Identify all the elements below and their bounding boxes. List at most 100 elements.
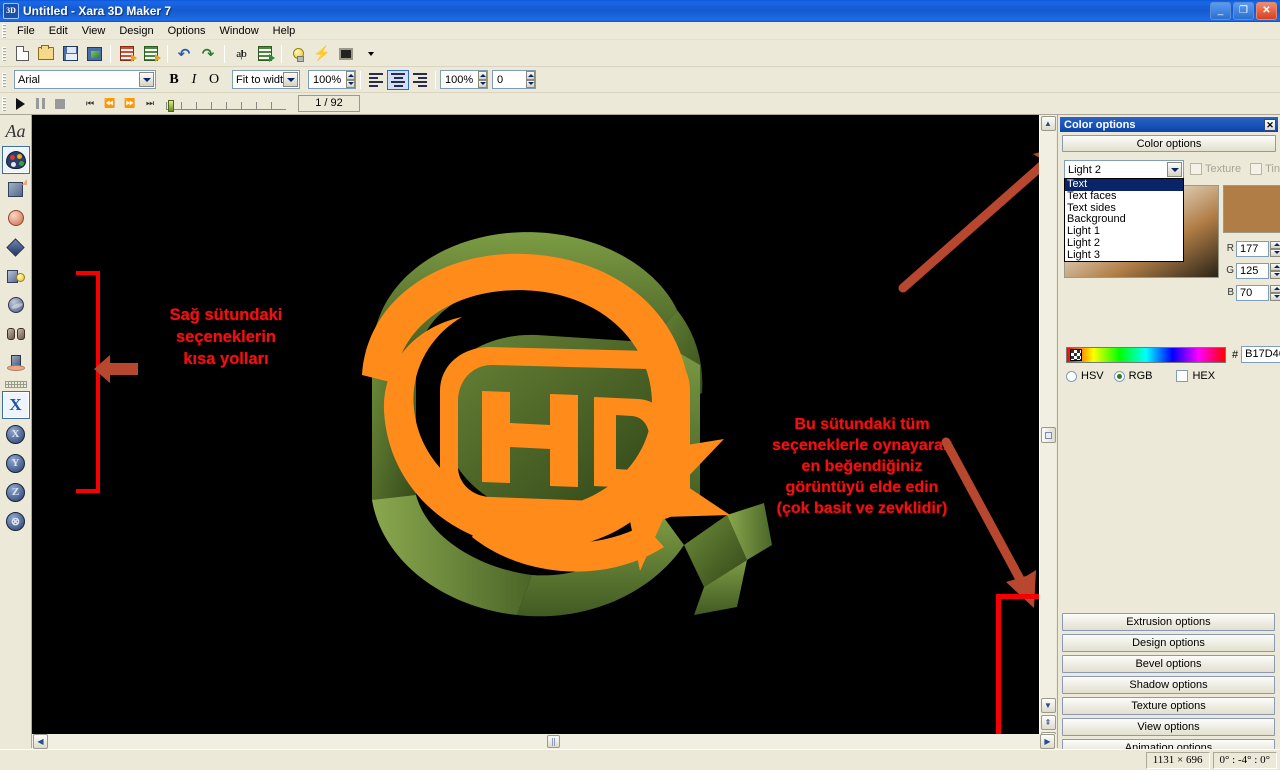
background-icon[interactable]: [335, 43, 357, 65]
color-target-combo[interactable]: Light 2: [1064, 160, 1184, 179]
red-spinner[interactable]: [1270, 240, 1280, 257]
hex-input[interactable]: B17D46: [1241, 346, 1280, 363]
scroll-down-button[interactable]: ▼: [1040, 698, 1056, 713]
background-dropdown-icon[interactable]: [359, 43, 381, 65]
scroll-left-button[interactable]: ◀: [33, 734, 48, 749]
export-animation-icon[interactable]: [140, 43, 162, 65]
menu-file[interactable]: File: [10, 23, 42, 39]
view-options-button[interactable]: View options: [1062, 718, 1275, 736]
menu-view[interactable]: View: [75, 23, 113, 39]
menu-design[interactable]: Design: [112, 23, 160, 39]
align-right-button[interactable]: [409, 70, 431, 90]
light-options-tool[interactable]: [2, 262, 30, 290]
italic-button[interactable]: I: [184, 70, 204, 90]
save-file-icon[interactable]: [59, 43, 81, 65]
menu-gripper[interactable]: [2, 23, 6, 38]
rotate-y-tool[interactable]: Y: [2, 449, 30, 477]
play-button[interactable]: [10, 95, 30, 113]
spectrum-cursor[interactable]: [1070, 349, 1082, 361]
restore-button[interactable]: ❐: [1233, 2, 1254, 20]
undo-icon[interactable]: ↶: [173, 43, 195, 65]
timeline-slider[interactable]: [166, 98, 286, 112]
export-image-icon[interactable]: [83, 43, 105, 65]
dropdown-option-light-3[interactable]: Light 3: [1065, 249, 1183, 261]
font-name-combo[interactable]: Arial: [14, 70, 156, 89]
dropdown-option-text-faces[interactable]: Text faces: [1065, 190, 1183, 203]
close-icon[interactable]: ✕: [1264, 118, 1276, 131]
import-animation-icon[interactable]: [116, 43, 138, 65]
green-input[interactable]: 125: [1236, 262, 1269, 279]
horizontal-scroll-track[interactable]: [49, 734, 1039, 749]
tint-checkbox[interactable]: [1250, 163, 1263, 175]
redo-icon[interactable]: ↷: [197, 43, 219, 65]
animation-toolbar-gripper[interactable]: [2, 96, 6, 111]
hsv-radio[interactable]: [1066, 370, 1077, 382]
design-canvas[interactable]: Sağ sütundaki seçeneklerin kısa yolları …: [32, 115, 1056, 748]
blue-input[interactable]: 70: [1236, 284, 1269, 301]
timeline-thumb[interactable]: [168, 99, 174, 112]
red-input[interactable]: 177: [1236, 240, 1269, 257]
vertical-scroll-track[interactable]: [1040, 132, 1056, 697]
green-spinner[interactable]: [1270, 262, 1280, 279]
rotate-z-tool[interactable]: Z: [2, 478, 30, 506]
scroll-up-button[interactable]: ▲: [1040, 116, 1056, 131]
rotate-x-tool[interactable]: X: [2, 420, 30, 448]
color-options-header-button[interactable]: Color options: [1062, 135, 1276, 152]
stop-button[interactable]: [50, 95, 70, 113]
xara-logo-tool[interactable]: X: [1, 391, 30, 419]
menu-edit[interactable]: Edit: [42, 23, 75, 39]
vertical-scroll-thumb[interactable]: [1040, 427, 1056, 443]
canvas-horizontal-scrollbar[interactable]: ◀ ▶: [32, 734, 1056, 749]
hex-checkbox[interactable]: [1176, 370, 1189, 382]
text-options-icon[interactable]: a|b: [230, 43, 252, 65]
menu-help[interactable]: Help: [266, 23, 303, 39]
effects-icon[interactable]: ⚡: [311, 43, 333, 65]
color-spectrum-bar[interactable]: [1066, 347, 1226, 363]
view-options-tool[interactable]: [2, 320, 30, 348]
align-left-button[interactable]: [365, 70, 387, 90]
animation-preview-icon[interactable]: [254, 43, 276, 65]
next-frame-button[interactable]: ⏩: [120, 95, 140, 113]
blue-spinner[interactable]: [1270, 284, 1280, 301]
pause-button[interactable]: [30, 95, 50, 113]
extrusion-options-tool[interactable]: [2, 175, 30, 203]
format-toolbar-gripper[interactable]: [2, 72, 6, 87]
outline-button[interactable]: O: [204, 70, 224, 90]
spinner-buttons[interactable]: [342, 71, 355, 88]
lighting-icon[interactable]: [287, 43, 309, 65]
scroll-right-button[interactable]: ▶: [1040, 734, 1055, 749]
rotate-free-tool[interactable]: ⊗: [2, 507, 30, 535]
bold-button[interactable]: B: [164, 70, 184, 90]
texture-options-button[interactable]: Texture options: [1062, 697, 1275, 715]
chevron-down-icon[interactable]: [139, 72, 154, 87]
fit-mode-combo[interactable]: Fit to width: [232, 70, 300, 89]
texture-options-tool[interactable]: [2, 291, 30, 319]
rgb-radio[interactable]: [1113, 370, 1125, 382]
shadow-options-button[interactable]: Shadow options: [1062, 676, 1275, 694]
animation-options-tool[interactable]: [2, 349, 30, 377]
scale-spinner[interactable]: 100%: [440, 70, 488, 89]
page-up-button[interactable]: ⇞: [1040, 715, 1056, 730]
texture-checkbox[interactable]: [1190, 163, 1202, 175]
bevel-options-tool[interactable]: [2, 204, 30, 232]
chevron-down-icon[interactable]: [1167, 162, 1182, 177]
chevron-down-icon[interactable]: [283, 72, 298, 87]
first-frame-button[interactable]: ⏮: [80, 95, 100, 113]
previous-frame-button[interactable]: ⏪: [100, 95, 120, 113]
align-center-button[interactable]: [387, 69, 409, 90]
menu-options[interactable]: Options: [161, 23, 213, 39]
menu-window[interactable]: Window: [213, 23, 266, 39]
last-frame-button[interactable]: ⏭: [140, 95, 160, 113]
design-options-button[interactable]: Design options: [1062, 634, 1275, 652]
new-document-icon[interactable]: [11, 43, 33, 65]
canvas-vertical-scrollbar[interactable]: ▲ ▼ ⇞ ⇟: [1039, 115, 1056, 748]
font-size-spinner[interactable]: 100%: [308, 70, 356, 89]
extrusion-options-button[interactable]: Extrusion options: [1062, 613, 1275, 631]
close-button[interactable]: ✕: [1256, 2, 1277, 20]
text-tool[interactable]: Aa: [2, 117, 30, 145]
spinner-buttons[interactable]: [474, 71, 487, 88]
color-options-tool[interactable]: [1, 146, 30, 174]
toolbar-gripper[interactable]: [2, 46, 6, 61]
shadow-options-tool[interactable]: [2, 233, 30, 261]
dropdown-option-light-2[interactable]: Light 2: [1065, 237, 1183, 250]
